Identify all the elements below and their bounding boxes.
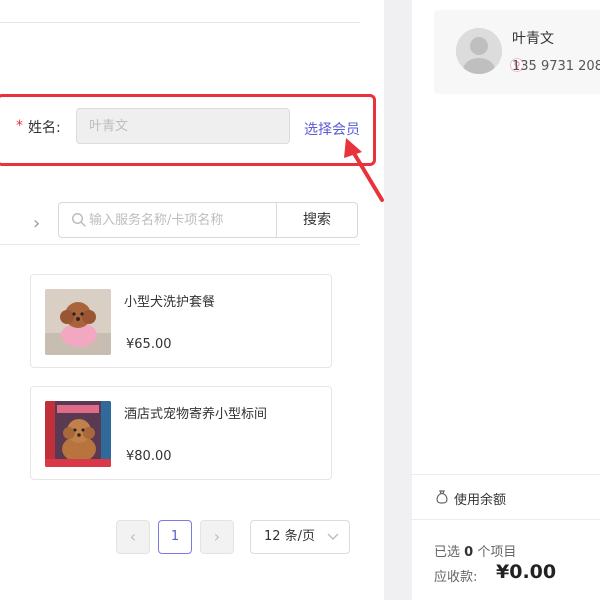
selected-count: 0	[464, 545, 474, 560]
selected-items-summary: 已选 0 个项目	[434, 541, 516, 560]
money-bag-icon	[436, 490, 448, 504]
receivable-label: 应收款:	[434, 570, 478, 585]
use-balance-label: 使用余额	[454, 493, 507, 508]
divider	[0, 244, 360, 245]
product-card[interactable]: 酒店式宠物寄养小型标间 ¥80.00	[30, 386, 332, 480]
category-scroll-right-icon[interactable]: ›	[33, 215, 40, 233]
annotation-arrow-icon	[344, 138, 384, 202]
product-price: ¥65.00	[126, 337, 172, 352]
receivable-amount: ¥0.00	[496, 561, 557, 583]
pos-screen: * 姓名: 选择会员 › 搜索	[0, 0, 600, 600]
page-1-button[interactable]: 1	[158, 520, 192, 554]
product-image	[45, 289, 111, 355]
avatar	[456, 28, 502, 74]
product-price: ¥80.00	[126, 449, 172, 464]
member-card[interactable]: ♀ 叶青文 135 9731 208	[434, 10, 600, 94]
member-phone: 135 9731 208	[512, 59, 600, 74]
member-name: 叶青文	[512, 31, 554, 47]
checkout-panel: ♀ 叶青文 135 9731 208 使用余额 已选 0 个项目 应收款: ¥0…	[412, 0, 600, 600]
selected-suffix: 个项目	[477, 545, 517, 560]
search-box	[58, 202, 276, 238]
divider	[0, 22, 360, 23]
product-image	[45, 401, 111, 467]
chevron-left-icon: ‹	[129, 527, 137, 546]
page-size-select[interactable]: 12 条/页	[250, 520, 350, 554]
required-mark: *	[16, 118, 23, 134]
page-size-value: 12 条/页	[264, 529, 316, 544]
order-panel: * 姓名: 选择会员 › 搜索	[0, 0, 384, 600]
product-card[interactable]: 小型犬洗护套餐 ¥65.00	[30, 274, 332, 368]
name-label: 姓名:	[28, 120, 61, 136]
next-page-button[interactable]: ›	[200, 520, 234, 554]
search-input[interactable]	[89, 203, 273, 237]
chevron-right-icon: ›	[213, 527, 221, 546]
member-name-input[interactable]	[76, 108, 290, 144]
previous-page-button[interactable]: ‹	[116, 520, 150, 554]
product-name: 小型犬洗护套餐	[124, 295, 216, 310]
member-name-row: * 姓名: 选择会员	[0, 94, 376, 166]
search-button[interactable]: 搜索	[276, 202, 358, 238]
selected-prefix: 已选	[434, 545, 461, 560]
chevron-down-icon	[327, 533, 339, 540]
use-balance-row[interactable]: 使用余额	[412, 474, 600, 520]
product-name: 酒店式宠物寄养小型标间	[124, 407, 268, 422]
search-icon	[71, 212, 86, 227]
